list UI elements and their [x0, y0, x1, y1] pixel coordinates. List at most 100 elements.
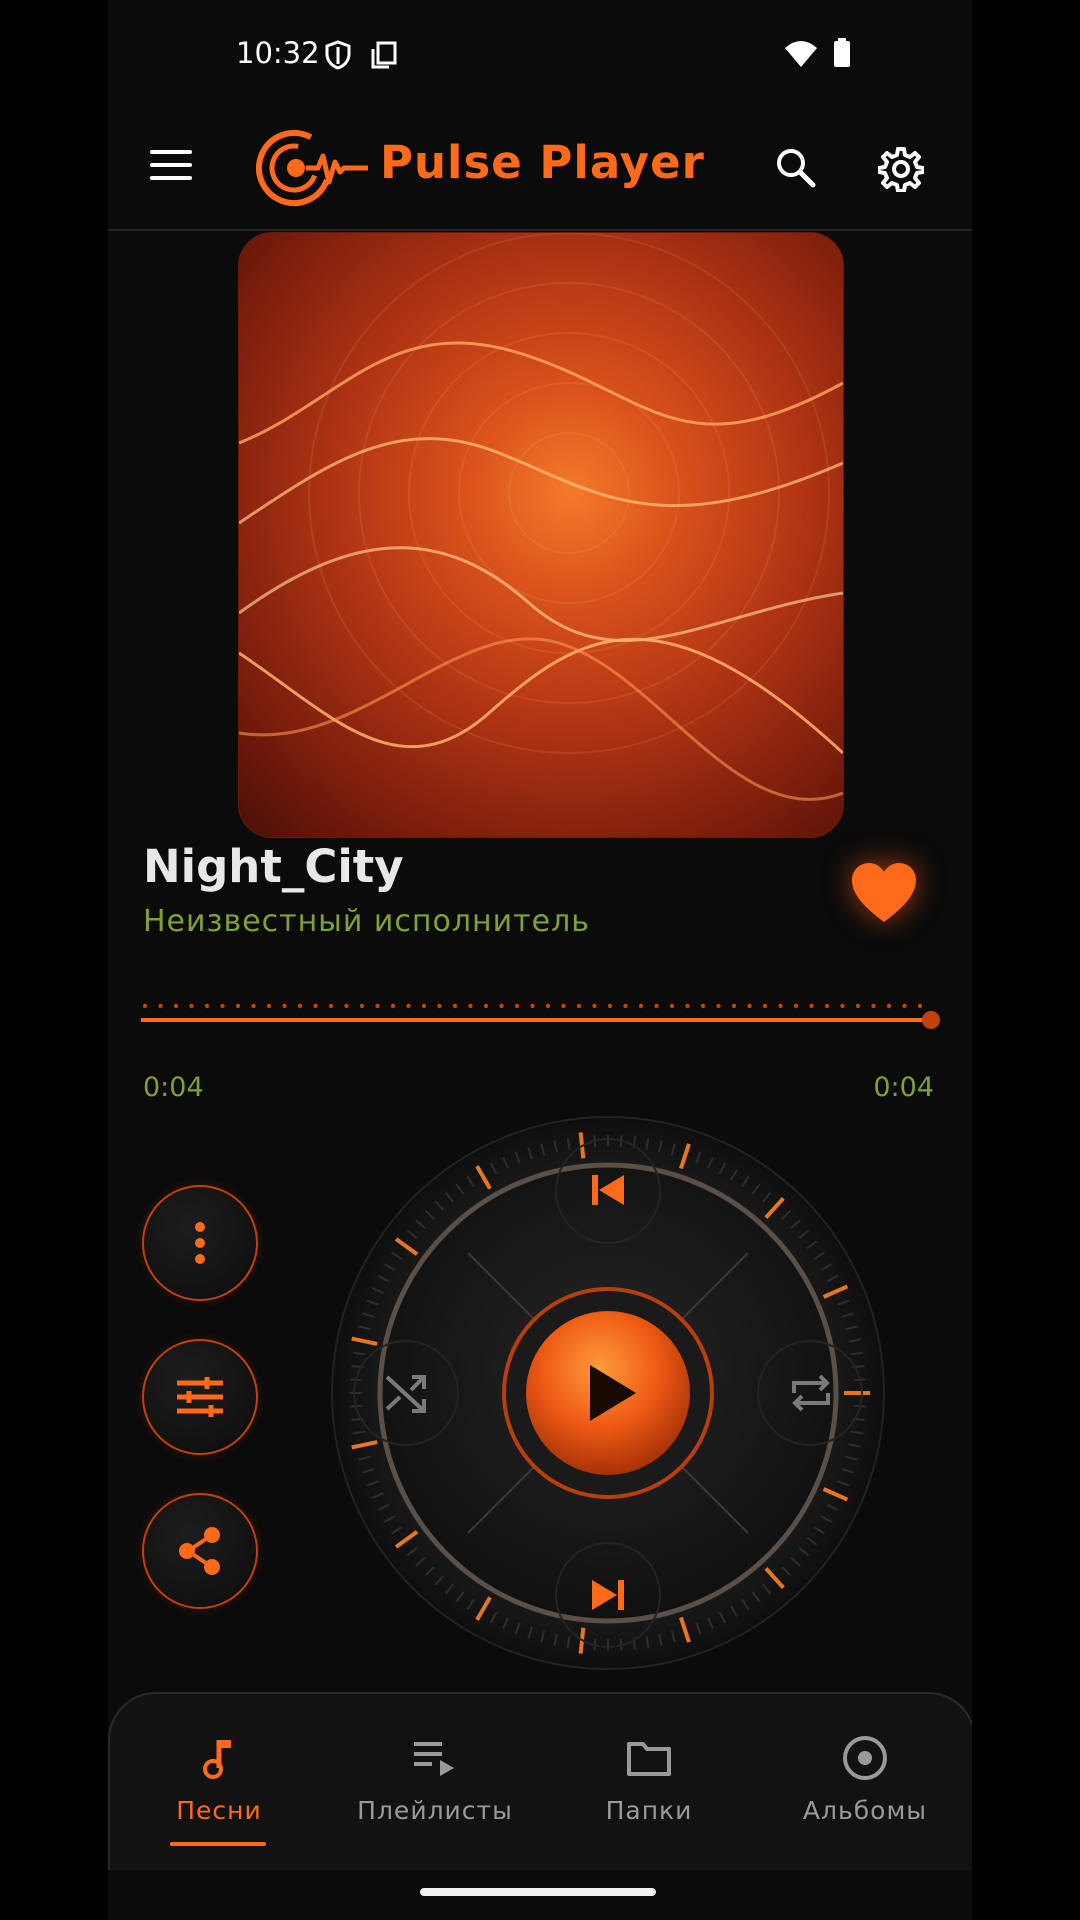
- repeat-icon: [792, 1374, 830, 1412]
- seek-dot: [778, 1003, 783, 1009]
- seek-dot: [731, 1003, 737, 1009]
- seek-dot: [483, 1003, 489, 1009]
- seek-dot: [220, 1003, 225, 1009]
- nav-label-albums: Альбомы: [802, 1796, 928, 1825]
- seek-dot: [158, 1003, 163, 1009]
- seek-dot: [406, 1003, 411, 1009]
- seek-dot: [871, 1003, 876, 1009]
- seek-dot: [173, 1003, 179, 1009]
- app-logo: [256, 126, 376, 216]
- total-time: 0:04: [873, 1072, 934, 1103]
- wifi-icon: [784, 40, 818, 72]
- toolbar-divider: [108, 229, 972, 231]
- battery-icon: [833, 38, 851, 72]
- app-title: Pulse Player: [380, 136, 705, 189]
- seek-dot: [855, 1003, 861, 1009]
- seek-dot: [375, 1003, 380, 1009]
- seek-dot: [204, 1003, 210, 1009]
- nav-active-indicator: [170, 1842, 266, 1846]
- album-icon: [760, 1732, 970, 1784]
- favorite-heart-icon[interactable]: [850, 862, 918, 924]
- player-screen: 10:32 Pulse Player Night_City Неизвестны…: [108, 0, 972, 1920]
- folder-icon: [544, 1732, 754, 1784]
- seek-dot: [592, 1003, 597, 1009]
- nav-tab-songs[interactable]: Песни: [114, 1732, 324, 1825]
- seek-dot: [499, 1003, 504, 1009]
- nav-label-songs: Песни: [176, 1796, 262, 1825]
- seek-dot: [685, 1003, 690, 1009]
- seek-dot: [607, 1003, 613, 1009]
- nav-label-playlists: Плейлисты: [357, 1796, 513, 1825]
- nav-tab-albums[interactable]: Альбомы: [760, 1732, 970, 1825]
- seek-dot: [824, 1003, 830, 1009]
- playlist-icon: [330, 1732, 540, 1784]
- seek-dot: [344, 1003, 349, 1009]
- seek-dot: [809, 1003, 814, 1009]
- seek-dot: [313, 1003, 318, 1009]
- more-vert-icon: [195, 1222, 205, 1264]
- seek-dot: [561, 1003, 566, 1009]
- music-note-icon: [114, 1732, 324, 1784]
- seek-dot: [917, 1003, 923, 1009]
- seek-dot: [421, 1003, 427, 1009]
- repeat-button[interactable]: [788, 1371, 834, 1419]
- seek-dot: [142, 1003, 148, 1009]
- seek-dot: [266, 1003, 272, 1009]
- seek-dot: [545, 1003, 551, 1009]
- track-artist: Неизвестный исполнитель: [143, 904, 590, 939]
- shuffle-icon: [385, 1375, 426, 1413]
- search-icon[interactable]: [774, 146, 816, 192]
- seek-dot: [747, 1003, 752, 1009]
- seek-dot: [762, 1003, 768, 1009]
- equalizer-icon: [177, 1377, 223, 1417]
- play-button[interactable]: [580, 1361, 640, 1429]
- nav-tab-playlists[interactable]: Плейлисты: [330, 1732, 540, 1825]
- seek-dot: [576, 1003, 582, 1009]
- previous-button[interactable]: [590, 1173, 626, 1211]
- seek-dot: [468, 1003, 473, 1009]
- album-art: [238, 232, 844, 838]
- seek-dot: [700, 1003, 706, 1009]
- equalizer-button[interactable]: [142, 1339, 258, 1455]
- seek-dot: [886, 1003, 892, 1009]
- seek-dot: [359, 1003, 365, 1009]
- more-options-button[interactable]: [142, 1185, 258, 1301]
- seek-thumb: [922, 1011, 940, 1029]
- seek-dot: [437, 1003, 442, 1009]
- seek-dot: [793, 1003, 799, 1009]
- seek-dot: [638, 1003, 644, 1009]
- screenshot-icon: [370, 40, 398, 74]
- seek-dot: [840, 1003, 845, 1009]
- seek-dot: [623, 1003, 628, 1009]
- seek-dot: [452, 1003, 458, 1009]
- next-button[interactable]: [590, 1578, 626, 1616]
- seek-dot: [390, 1003, 396, 1009]
- shuffle-button[interactable]: [384, 1371, 430, 1419]
- skip-previous-icon: [592, 1175, 624, 1205]
- seek-dot: [902, 1003, 907, 1009]
- seek-dot: [514, 1003, 520, 1009]
- share-icon: [179, 1527, 220, 1575]
- control-wheel: [328, 1113, 888, 1673]
- play-icon: [590, 1365, 636, 1421]
- seek-dot: [530, 1003, 535, 1009]
- seek-dot: [328, 1003, 334, 1009]
- settings-icon[interactable]: [877, 146, 925, 196]
- seek-dot: [282, 1003, 287, 1009]
- seek-dot: [669, 1003, 675, 1009]
- shield-icon: [324, 40, 352, 74]
- bottom-navigation: Песни Плейлисты Папки Альбомы: [108, 1692, 972, 1870]
- track-title: Night_City: [143, 840, 404, 893]
- gesture-home-bar[interactable]: [420, 1888, 656, 1896]
- seek-bar[interactable]: [141, 1000, 941, 1030]
- seek-dot: [235, 1003, 241, 1009]
- nav-label-folders: Папки: [605, 1796, 693, 1825]
- share-button[interactable]: [142, 1493, 258, 1609]
- menu-icon[interactable]: [150, 150, 192, 182]
- nav-tab-folders[interactable]: Папки: [544, 1732, 754, 1825]
- seek-dot: [654, 1003, 659, 1009]
- seek-dot: [189, 1003, 194, 1009]
- seek-dot: [251, 1003, 256, 1009]
- seek-dot: [716, 1003, 721, 1009]
- skip-next-icon: [592, 1580, 624, 1610]
